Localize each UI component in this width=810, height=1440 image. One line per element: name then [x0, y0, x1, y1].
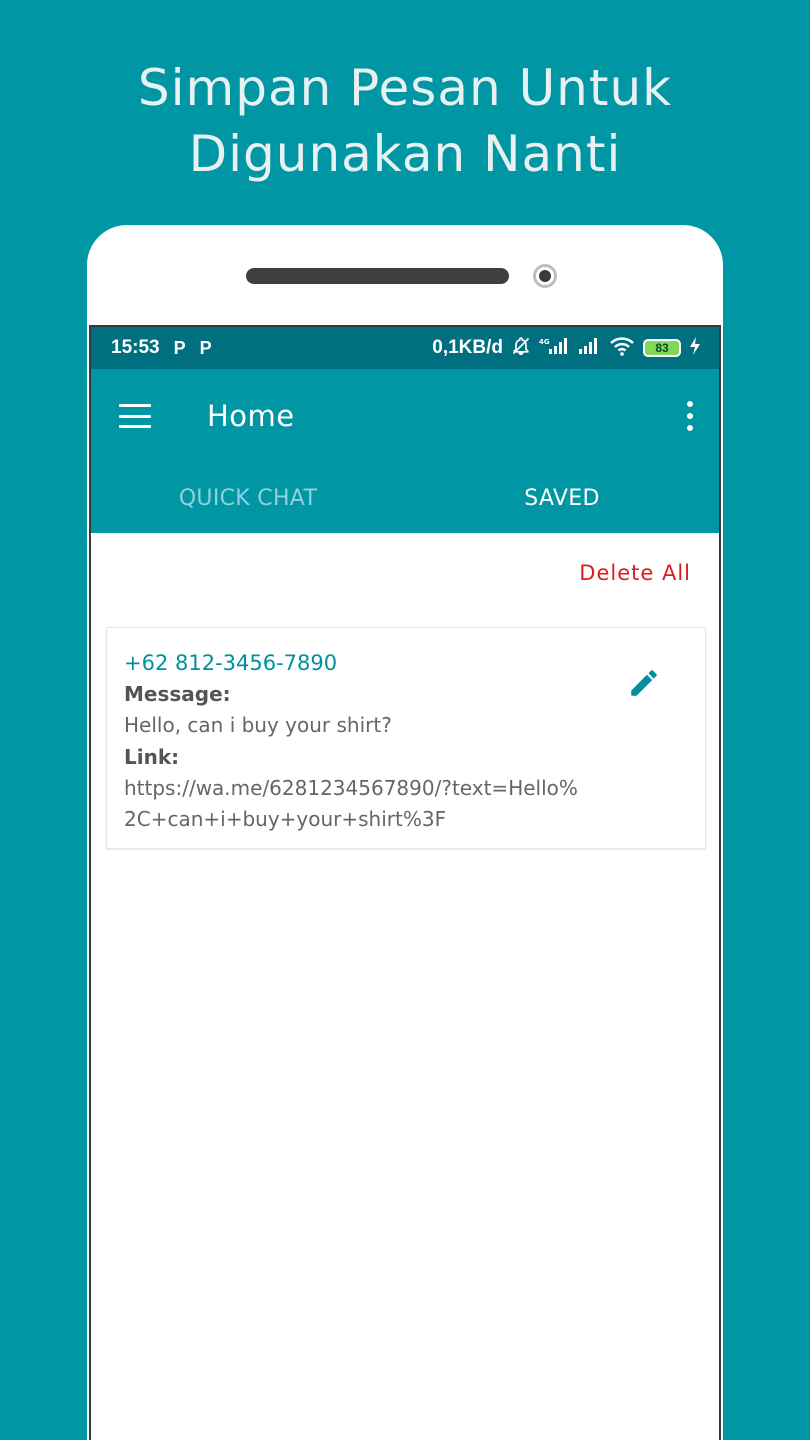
tab-bar: QUICK CHAT SAVED: [91, 463, 719, 537]
saved-phone-number: +62 812-3456-7890: [124, 651, 338, 675]
edit-pencil-icon[interactable]: [627, 666, 661, 700]
signal-4g-icon: 4G: [539, 337, 569, 360]
notification-p-icon: P: [199, 337, 212, 358]
phone-frame: 15:53 P P 0,1KB/d 4G 83 Home QUICK CHAT …: [87, 225, 723, 1440]
headline-line-1: Simpan Pesan Untuk: [137, 59, 673, 117]
signal-icon: [577, 337, 601, 360]
saved-list-content: Delete All +62 812-3456-7890 Message: He…: [91, 533, 719, 1440]
battery-icon: 83: [643, 339, 681, 357]
tab-quick-chat[interactable]: QUICK CHAT: [91, 463, 405, 533]
status-time: 15:53: [111, 337, 160, 358]
link-label: Link:: [124, 745, 180, 769]
hamburger-menu-icon[interactable]: [119, 404, 151, 428]
phone-screen: 15:53 P P 0,1KB/d 4G 83 Home QUICK CHAT …: [89, 325, 721, 1440]
network-speed: 0,1KB/d: [432, 337, 503, 358]
promo-headline: Simpan Pesan Untuk Digunakan Nanti: [0, 55, 810, 187]
more-options-icon[interactable]: [685, 401, 695, 431]
tab-saved[interactable]: SAVED: [405, 463, 719, 533]
app-bar-title: Home: [207, 399, 295, 433]
charging-bolt-icon: [689, 336, 701, 360]
mute-bell-icon: [511, 336, 531, 361]
message-text: Hello, can i buy your shirt?: [124, 713, 392, 737]
status-bar: 15:53 P P 0,1KB/d 4G 83: [91, 327, 719, 369]
network-type-label: 4G: [539, 338, 550, 346]
app-bar: Home: [91, 369, 719, 463]
wifi-icon: [609, 336, 635, 361]
headline-line-2: Digunakan Nanti: [188, 125, 622, 183]
delete-all-button[interactable]: Delete All: [579, 561, 691, 585]
message-label: Message:: [124, 682, 231, 706]
saved-message-card[interactable]: +62 812-3456-7890 Message: Hello, can i …: [106, 627, 706, 849]
notification-p-icon: P: [173, 337, 186, 358]
link-text: https://wa.me/6281234567890/?text=Hello%…: [124, 776, 578, 831]
phone-camera: [533, 264, 557, 288]
phone-speaker: [246, 268, 509, 284]
